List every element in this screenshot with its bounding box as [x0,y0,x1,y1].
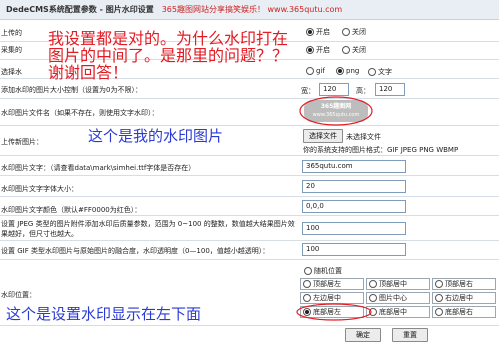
type-gif[interactable]: gif [306,67,325,75]
position-mid-center[interactable]: 图片中心 [366,292,430,304]
width-label: 宽： [301,87,315,95]
height-label: 高： [356,87,370,95]
label-jpeg-quality: 设置 JPEG 类型的图片附件添加水印后质量参数，范围为 0~100 的整数，数… [1,220,295,238]
option-label: 底部居右 [445,308,473,316]
radio-icon[interactable] [306,67,314,75]
row-divider [0,196,499,197]
option-label: 底部居左 [313,308,341,316]
label-collect-watermark: 采集的 [1,46,22,54]
option-label: 开启 [316,46,330,54]
position-top-left[interactable]: 顶部居左 [300,278,364,290]
supported-formats: 你的系统支持的图片格式：GIF JPEG PNG WBMP [303,146,459,154]
label-watermark-text: 水印图片文字：（请查看data\mark\simhei.ttf字体是否存在） [1,164,196,172]
upload-watermark-on[interactable]: 开启 [306,27,330,37]
option-label: 底部居中 [379,308,407,316]
choose-file-button[interactable]: 选择文件 [303,129,343,143]
font-color-input[interactable]: 0,0,0 [302,200,406,213]
label-gif-opacity: 设置 GIF 类型水印图片与原始图片的融合度，水印透明度（0—100，值越小越透… [1,247,270,255]
option-label: 关闭 [352,28,366,36]
option-label: gif [316,67,325,75]
radio-icon[interactable] [306,46,314,54]
radio-icon[interactable] [435,308,443,316]
position-bottom-left[interactable]: 底部居左 [300,306,364,318]
radio-icon[interactable] [435,280,443,288]
collect-watermark-on[interactable]: 开启 [306,45,330,55]
reset-button[interactable]: 重置 [392,328,428,342]
row-divider [0,259,499,260]
radio-icon[interactable] [435,294,443,302]
option-label: 顶部居中 [379,280,407,288]
option-label: 随机位置 [314,267,342,275]
option-label: 图片中心 [379,294,407,302]
height-input[interactable]: 120 [375,83,405,96]
option-label: 开启 [316,28,330,36]
type-text[interactable]: 文字 [368,67,392,77]
radio-icon[interactable] [342,28,350,36]
option-label: 顶部居左 [313,280,341,288]
type-png[interactable]: png [336,67,359,75]
row-divider [0,240,499,241]
radio-icon[interactable] [304,267,312,275]
position-mid-right[interactable]: 右边居中 [432,292,496,304]
watermark-text-input[interactable]: 365qutu.com [302,160,406,173]
collect-watermark-off[interactable]: 关闭 [342,45,366,55]
label-upload-watermark: 上传的 [1,29,22,37]
radio-icon[interactable] [336,67,344,75]
row-divider [0,98,499,99]
radio-icon[interactable] [369,280,377,288]
position-top-center[interactable]: 顶部居中 [366,278,430,290]
width-input[interactable]: 120 [319,83,349,96]
label-watermark-position: 水印位置： [1,291,36,299]
label-font-color: 水印图片文字颜色（默认#FF0000为红色）： [1,206,142,214]
row-divider [0,175,499,176]
title-bar: DedeCMS系统配置参数 - 图片水印设置 365趣图网站分享搞笑娱乐！ ww… [0,0,499,20]
row-divider [0,155,499,156]
gif-opacity-input[interactable]: 100 [302,243,406,256]
radio-icon[interactable] [303,280,311,288]
font-size-input[interactable]: 20 [302,180,406,193]
watermark-preview: 365趣图网 www.365qutu.com [304,100,368,122]
row-divider [0,125,499,126]
label-font-size: 水印图片文字字体大小： [1,185,78,193]
position-bottom-right[interactable]: 底部居右 [432,306,496,318]
radio-icon[interactable] [369,294,377,302]
option-label: 左边居中 [313,294,341,302]
jpeg-quality-input[interactable]: 100 [302,222,406,235]
position-note: 这个是设置水印显示在左下面 [6,305,202,323]
position-random[interactable]: 随机位置 [304,266,342,276]
row-divider [0,215,499,216]
option-label: 文字 [378,68,392,76]
label-upload-image: 上传新图片： [1,138,43,146]
label-watermark-type: 选择水 [1,68,22,76]
option-label: 顶部居右 [445,280,473,288]
watermark-url: www.365qutu.com [312,112,360,118]
page-title: DedeCMS系统配置参数 - 图片水印设置 [6,5,154,14]
upload-watermark-off[interactable]: 关闭 [342,27,366,37]
option-label: 右边居中 [445,294,473,302]
watermark-note: 这个是我的水印图片 [88,127,224,145]
option-label: 关闭 [352,46,366,54]
file-status: 未选择文件 [346,133,381,141]
question-annotation: 我设置都是对的。为什么水印打在图片的中间了。是那里的问题？？谢谢回答！ [48,29,289,82]
watermark-text: 365趣图网 [320,103,352,110]
position-bottom-center[interactable]: 底部居中 [366,306,430,318]
radio-icon[interactable] [303,294,311,302]
radio-icon[interactable] [369,308,377,316]
position-mid-left[interactable]: 左边居中 [300,292,364,304]
radio-icon[interactable] [306,28,314,36]
submit-button[interactable]: 确定 [345,328,381,342]
site-ad: 365趣图网站分享搞笑娱乐！ www.365qutu.com [161,5,343,14]
option-label: png [346,67,360,75]
position-top-right[interactable]: 顶部居右 [432,278,496,290]
radio-icon[interactable] [368,68,376,76]
label-size-limit: 添加水印的图片大小控制（设置为0为不限）： [1,86,142,94]
label-watermark-file: 水印图片文件名（如果不存在，则使用文字水印）： [1,109,159,117]
radio-icon[interactable] [342,46,350,54]
radio-icon[interactable] [303,308,311,316]
row-divider [0,325,499,326]
